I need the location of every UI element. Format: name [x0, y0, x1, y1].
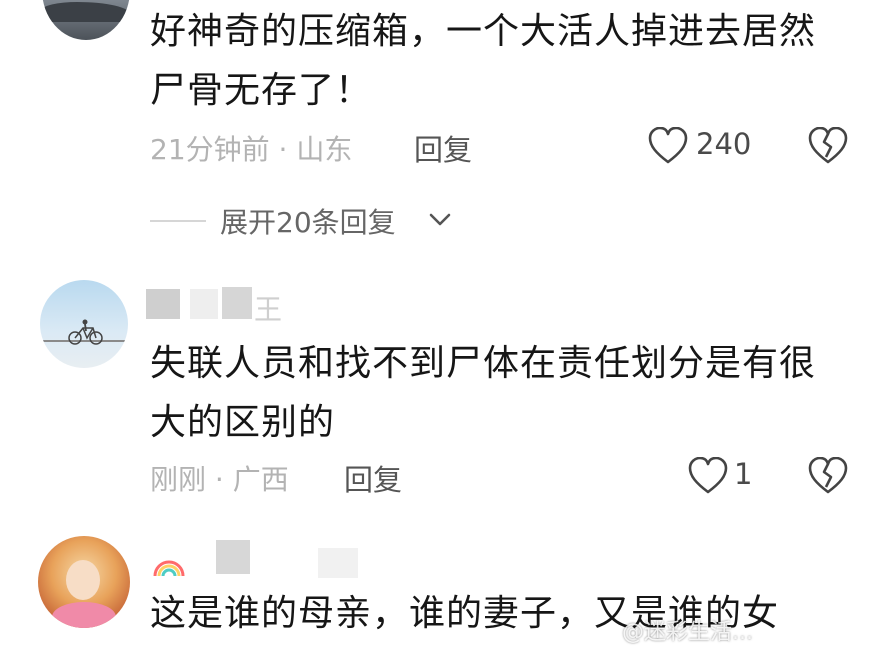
chevron-down-icon	[429, 213, 451, 226]
username-blur	[190, 289, 218, 319]
like-button[interactable]: 240	[648, 125, 758, 167]
expand-replies-label: 展开20条回复	[220, 206, 396, 239]
avatar[interactable]	[40, 280, 128, 368]
username-blur	[146, 289, 180, 319]
reply-button[interactable]: 回复	[344, 457, 402, 499]
dislike-button[interactable]	[808, 456, 848, 497]
expand-replies[interactable]: 展开20条回复	[150, 198, 470, 242]
avatar[interactable]	[38, 536, 130, 628]
comment-text-line: 大的区别的	[150, 402, 336, 443]
avatar-face	[66, 560, 100, 600]
like-count: 1	[734, 457, 753, 491]
comment-text: 好神奇的压缩箱，一个大活人掉进去居然 尸骨无存了！	[150, 2, 870, 120]
comment-text-line: 尸骨无存了！	[150, 70, 373, 111]
username[interactable]: 王	[254, 288, 282, 328]
like-button[interactable]: 1	[688, 455, 758, 497]
avatar[interactable]	[42, 0, 130, 40]
heart-outline-icon	[688, 457, 728, 494]
comment-time-location: 21分钟前 · 山东	[150, 133, 353, 166]
reply-button[interactable]: 回复	[414, 127, 472, 169]
heart-outline-icon	[648, 127, 688, 164]
broken-heart-icon	[808, 126, 848, 164]
username-blur	[318, 548, 358, 578]
dislike-button[interactable]	[808, 126, 848, 167]
rainbow-icon	[153, 560, 185, 577]
username-blur	[216, 540, 250, 574]
broken-heart-icon	[808, 456, 848, 494]
like-count: 240	[696, 127, 752, 161]
comment-text-line: 失联人员和找不到尸体在责任划分是有很	[150, 343, 817, 384]
watermark: @迷彩生活...	[622, 620, 753, 645]
bicycle-icon	[68, 319, 103, 345]
comment-text: 失联人员和找不到尸体在责任划分是有很 大的区别的	[150, 334, 870, 452]
divider-line	[150, 220, 206, 222]
avatar-shoulders	[52, 602, 116, 628]
comment-time-location: 刚刚 · 广西	[150, 463, 289, 496]
username-blur	[222, 287, 252, 319]
comment-text-line: 好神奇的压缩箱，一个大活人掉进去居然	[150, 11, 817, 52]
comment-text: 这是谁的母亲，谁的妻子，又是谁的女	[150, 584, 890, 643]
comment-text-line: 这是谁的母亲，谁的妻子，又是谁的女	[150, 593, 780, 634]
